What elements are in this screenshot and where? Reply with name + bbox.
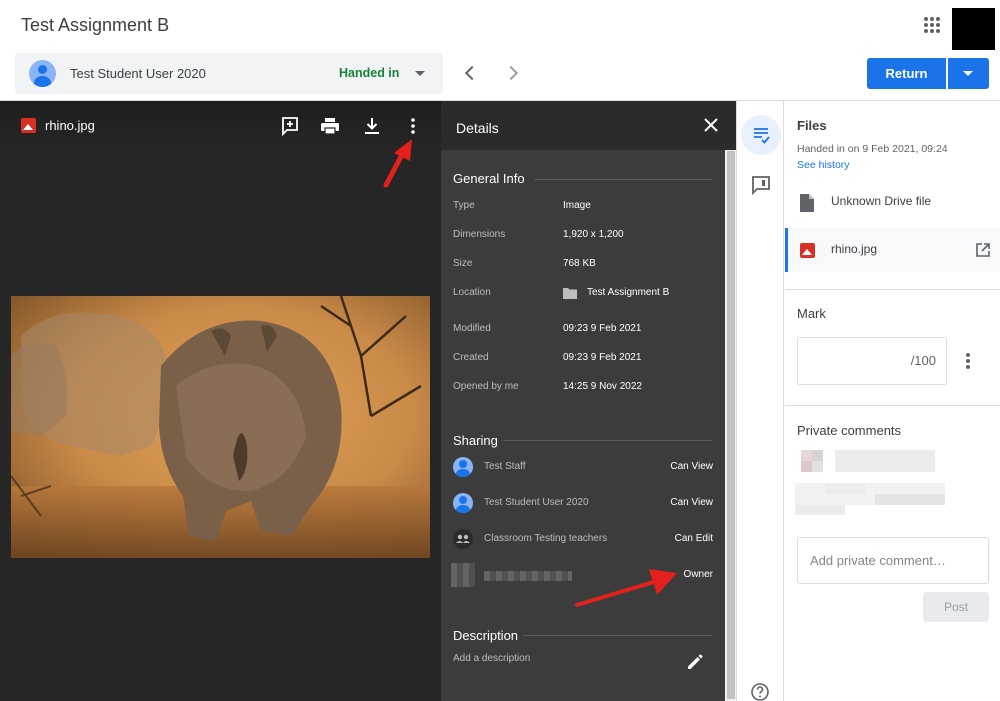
divider	[523, 635, 712, 636]
files-title: Files	[797, 118, 827, 133]
return-button[interactable]: Return	[867, 58, 946, 89]
file-viewer: rhino.jpg	[0, 101, 441, 701]
info-label: Size	[453, 258, 473, 269]
post-button[interactable]: Post	[923, 592, 989, 622]
share-name: Test Staff	[484, 461, 526, 472]
edit-pencil-icon[interactable]	[686, 653, 704, 671]
more-options-icon[interactable]	[966, 353, 970, 369]
info-value[interactable]: Test Assignment B	[587, 287, 669, 298]
user-avatar-icon	[453, 493, 473, 513]
handed-in-date: Handed in on 9 Feb 2021, 09:24	[797, 143, 948, 155]
help-icon[interactable]	[750, 682, 770, 701]
apps-grid-icon[interactable]	[923, 16, 941, 34]
share-entry: Test Staff Can View	[453, 455, 713, 479]
sharing-title: Sharing	[453, 433, 498, 448]
share-permission: Owner	[683, 569, 713, 580]
general-info-title: General Info	[453, 171, 525, 186]
print-icon[interactable]	[320, 116, 340, 136]
folder-icon	[563, 288, 577, 299]
rhino-image	[11, 296, 430, 558]
divider	[503, 440, 712, 441]
share-permission: Can View	[670, 497, 713, 508]
assignment-title: Test Assignment B	[21, 15, 170, 35]
user-avatar-icon	[453, 457, 473, 477]
info-value: 09:23 9 Feb 2021	[563, 352, 642, 363]
image-file-icon	[21, 118, 36, 133]
share-name: Test Student User 2020	[484, 497, 589, 508]
top-header: Test Assignment B Test Student User 2020…	[0, 0, 1000, 101]
details-scrollbar-thumb[interactable]	[727, 151, 735, 699]
divider	[534, 179, 712, 180]
files-tab-button[interactable]	[741, 115, 781, 155]
file-attachment-selected[interactable]: rhino.jpg	[785, 228, 1000, 272]
details-title: Details	[456, 120, 499, 136]
info-value: Image	[563, 200, 591, 211]
annotation-arrow-icon	[383, 139, 412, 188]
next-student-icon[interactable]	[503, 65, 519, 81]
private-comments-title: Private comments	[797, 423, 902, 438]
share-name: Classroom Testing teachers	[484, 533, 608, 544]
divider	[785, 289, 1000, 290]
side-rail	[736, 101, 784, 701]
student-selector[interactable]: Test Student User 2020 Handed in	[15, 53, 443, 94]
redacted-name	[484, 571, 572, 581]
info-label: Location	[453, 287, 491, 298]
info-label: Type	[453, 200, 475, 211]
file-name: rhino.jpg	[831, 242, 878, 256]
info-value: 14:25 9 Nov 2022	[563, 381, 642, 392]
info-value: 09:23 9 Feb 2021	[563, 323, 642, 334]
return-options-button[interactable]	[948, 58, 989, 89]
redacted-avatar	[451, 563, 475, 587]
download-icon[interactable]	[362, 116, 382, 136]
details-header: Details	[441, 101, 736, 150]
close-icon[interactable]	[703, 117, 719, 133]
info-label: Modified	[453, 323, 491, 334]
info-label: Dimensions	[453, 229, 506, 240]
files-list-icon	[754, 128, 770, 144]
share-permission: Can Edit	[674, 533, 713, 544]
grading-panel: Files Handed in on 9 Feb 2021, 09:24 See…	[785, 101, 1000, 701]
previous-student-icon[interactable]	[464, 65, 480, 81]
viewer-file-name: rhino.jpg	[45, 118, 95, 133]
student-avatar-icon	[29, 60, 56, 87]
info-value: 1,920 x 1,200	[563, 229, 624, 240]
info-value: 768 KB	[563, 258, 596, 269]
divider	[785, 405, 1000, 406]
share-entry: Test Student User 2020 Can View	[453, 491, 713, 515]
account-avatar[interactable]	[952, 8, 995, 50]
info-label: Opened by me	[453, 381, 519, 392]
open-in-new-icon[interactable]	[976, 243, 990, 257]
details-panel: Details General Info Type Image Dimensio…	[441, 101, 736, 701]
description-title: Description	[453, 628, 519, 643]
chevron-down-icon	[963, 71, 973, 76]
student-name: Test Student User 2020	[70, 66, 206, 81]
more-options-icon[interactable]	[403, 116, 423, 136]
mark-title: Mark	[797, 306, 826, 321]
comment-placeholder: Add private comment…	[810, 553, 946, 568]
image-file-icon	[800, 243, 815, 258]
description-placeholder[interactable]: Add a description	[453, 653, 530, 664]
mark-denominator: /100	[910, 353, 936, 368]
classroom-grading-app: Test Assignment B Test Student User 2020…	[0, 0, 1000, 701]
file-name: Unknown Drive file	[831, 194, 932, 208]
comment-feedback-icon[interactable]	[751, 175, 771, 195]
see-history-link[interactable]: See history	[797, 159, 850, 171]
private-comment-input[interactable]: Add private comment…	[797, 537, 989, 584]
file-attachment[interactable]: Unknown Drive file	[785, 180, 1000, 224]
submission-status: Handed in	[339, 66, 400, 80]
info-label: Created	[453, 352, 489, 363]
annotation-arrow-icon	[575, 569, 677, 607]
share-permission: Can View	[670, 461, 713, 472]
mark-input[interactable]: /100	[797, 337, 947, 385]
share-entry: Classroom Testing teachers Can Edit	[453, 527, 713, 551]
group-icon	[453, 529, 473, 549]
chevron-down-icon	[415, 71, 425, 76]
add-comment-icon[interactable]	[280, 116, 300, 136]
document-icon	[800, 194, 814, 212]
